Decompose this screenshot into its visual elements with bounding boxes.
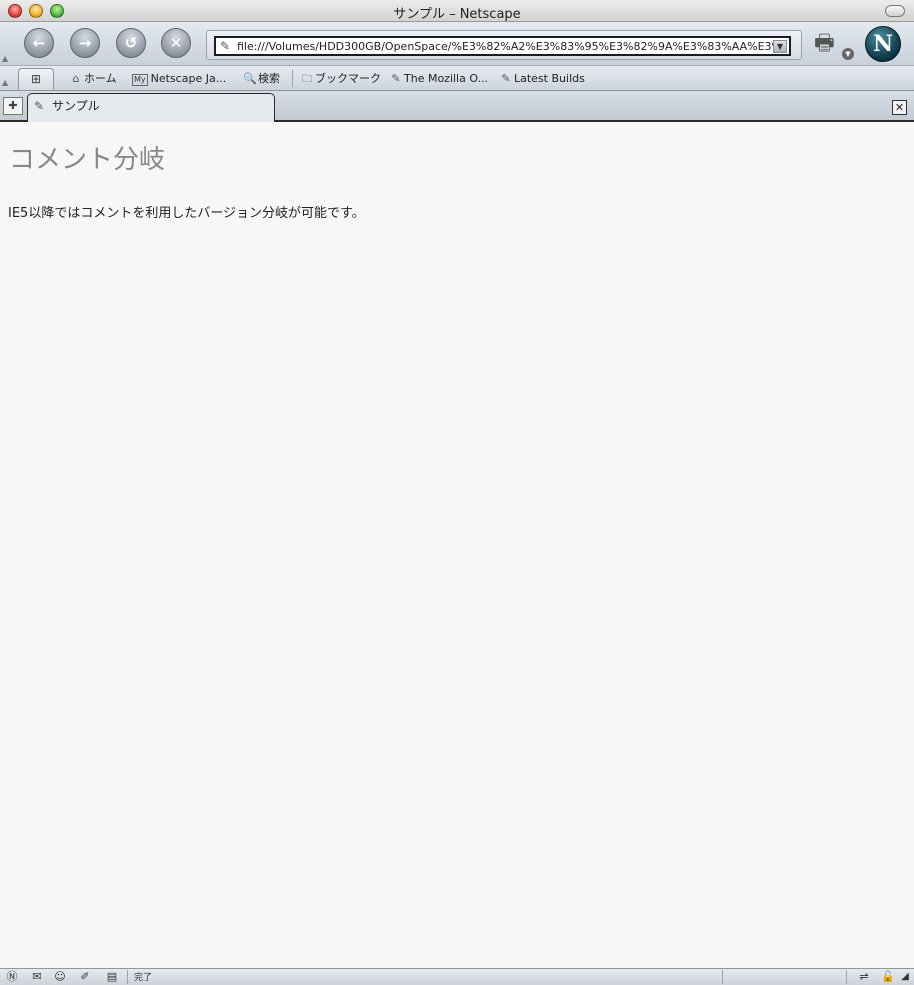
bookmark-latest-builds[interactable]: ✎ Latest Builds	[498, 70, 584, 87]
sidebar-toggle-button[interactable]: ⊞	[18, 68, 54, 90]
netscape-logo-icon[interactable]: N	[865, 26, 901, 62]
folder-icon: 🗀	[301, 72, 313, 85]
url-text[interactable]: file:///Volumes/HDD300GB/OpenSpace/%E3%8…	[237, 40, 775, 53]
stop-button[interactable]: ✕	[161, 28, 191, 58]
status-separator	[722, 970, 723, 984]
new-tab-icon: ✚	[8, 99, 18, 112]
page-proxy-icon[interactable]: ✎	[220, 39, 230, 53]
mail-icon[interactable]: ✉	[29, 970, 45, 984]
back-button[interactable]: ←	[24, 28, 54, 58]
page-heading: コメント分岐	[9, 145, 166, 175]
printer-icon: 🖶	[814, 31, 835, 56]
status-text: 完了	[134, 973, 153, 983]
window-title: サンプル – Netscape	[393, 7, 521, 22]
page-icon: ✎	[34, 99, 45, 113]
toolbar-separator	[292, 70, 293, 87]
bookmark-mozilla-org[interactable]: ✎ The Mozilla O...	[388, 70, 488, 87]
netscape-icon[interactable]: Ⓝ	[4, 970, 20, 984]
search-icon: 🔍	[243, 72, 257, 85]
status-bar: Ⓝ ✉ ☺ ✐ ▤ 完了 ⇌ 🔓 ◢	[0, 968, 914, 985]
bookmark-search[interactable]: 🔍検索	[242, 70, 280, 87]
page-paragraph: IE5以降ではコメントを利用したバージョン分岐が可能です。	[8, 206, 365, 221]
bookmark-icon: ✎	[391, 72, 401, 85]
personal-toolbar: ▲ ⊞ ⌂ ホーム My Netscape Ja... 🔍検索 🗀 ブックマーク ✎ T…	[0, 66, 914, 91]
page-content[interactable]: コメント分岐 IE5以降ではコメントを利用したバージョン分岐が可能です。	[0, 123, 914, 968]
online-status-icon[interactable]: ⇌	[852, 970, 876, 984]
tab-sample[interactable]: ✎ サンプル	[27, 93, 275, 122]
navigation-toolbar: ▲ ← → ↺ ✕ ✎ file:///Volumes/HDD300GB/Ope…	[0, 22, 914, 66]
bookmark-home[interactable]: ⌂ ホーム	[68, 70, 117, 87]
print-button[interactable]: 🖶 ▼	[814, 26, 854, 62]
toolbar-grip-icon[interactable]: ▲	[2, 54, 10, 63]
tab-bar: ✚ ✎ サンプル ✕	[0, 91, 914, 122]
toolbar-toggle-button[interactable]	[885, 5, 905, 17]
reload-icon: ↺	[124, 34, 138, 52]
composer-icon[interactable]: ✐	[77, 970, 93, 984]
tab-label: サンプル	[52, 99, 100, 113]
security-lock-icon[interactable]: 🔓	[880, 970, 896, 984]
chevron-down-icon[interactable]: ▼	[842, 48, 854, 60]
stop-icon: ✕	[169, 34, 183, 52]
forward-button[interactable]: →	[70, 28, 100, 58]
status-separator	[846, 970, 847, 984]
address-book-icon[interactable]: ▤	[104, 970, 120, 984]
resize-grip-icon[interactable]: ◢	[898, 970, 912, 984]
home-icon: ⌂	[72, 72, 80, 85]
bookmark-netscape-japan[interactable]: My Netscape Ja...	[132, 70, 226, 87]
status-separator	[127, 970, 128, 984]
new-tab-button[interactable]: ✚	[3, 97, 23, 115]
url-bar-container: ✎ file:///Volumes/HDD300GB/OpenSpace/%E3…	[206, 30, 802, 60]
bookmarks-menu-button[interactable]: 🗀 ブックマーク	[299, 70, 382, 87]
close-icon: ✕	[894, 101, 905, 114]
url-input[interactable]: ✎ file:///Volumes/HDD300GB/OpenSpace/%E3…	[214, 36, 791, 56]
sidebar-icon: ⊞	[30, 72, 42, 86]
title-bar[interactable]: サンプル – Netscape	[0, 0, 914, 22]
close-tab-button[interactable]: ✕	[892, 100, 907, 115]
url-history-dropdown[interactable]: ▼	[773, 40, 787, 53]
forward-arrow-icon: →	[78, 34, 92, 52]
instant-messenger-icon[interactable]: ☺	[52, 970, 68, 984]
reload-button[interactable]: ↺	[116, 28, 146, 58]
back-arrow-icon: ←	[32, 34, 46, 52]
my-netscape-icon: My	[132, 74, 148, 86]
bookmark-icon: ✎	[501, 72, 511, 85]
toolbar-grip-icon[interactable]: ▲	[2, 78, 10, 87]
